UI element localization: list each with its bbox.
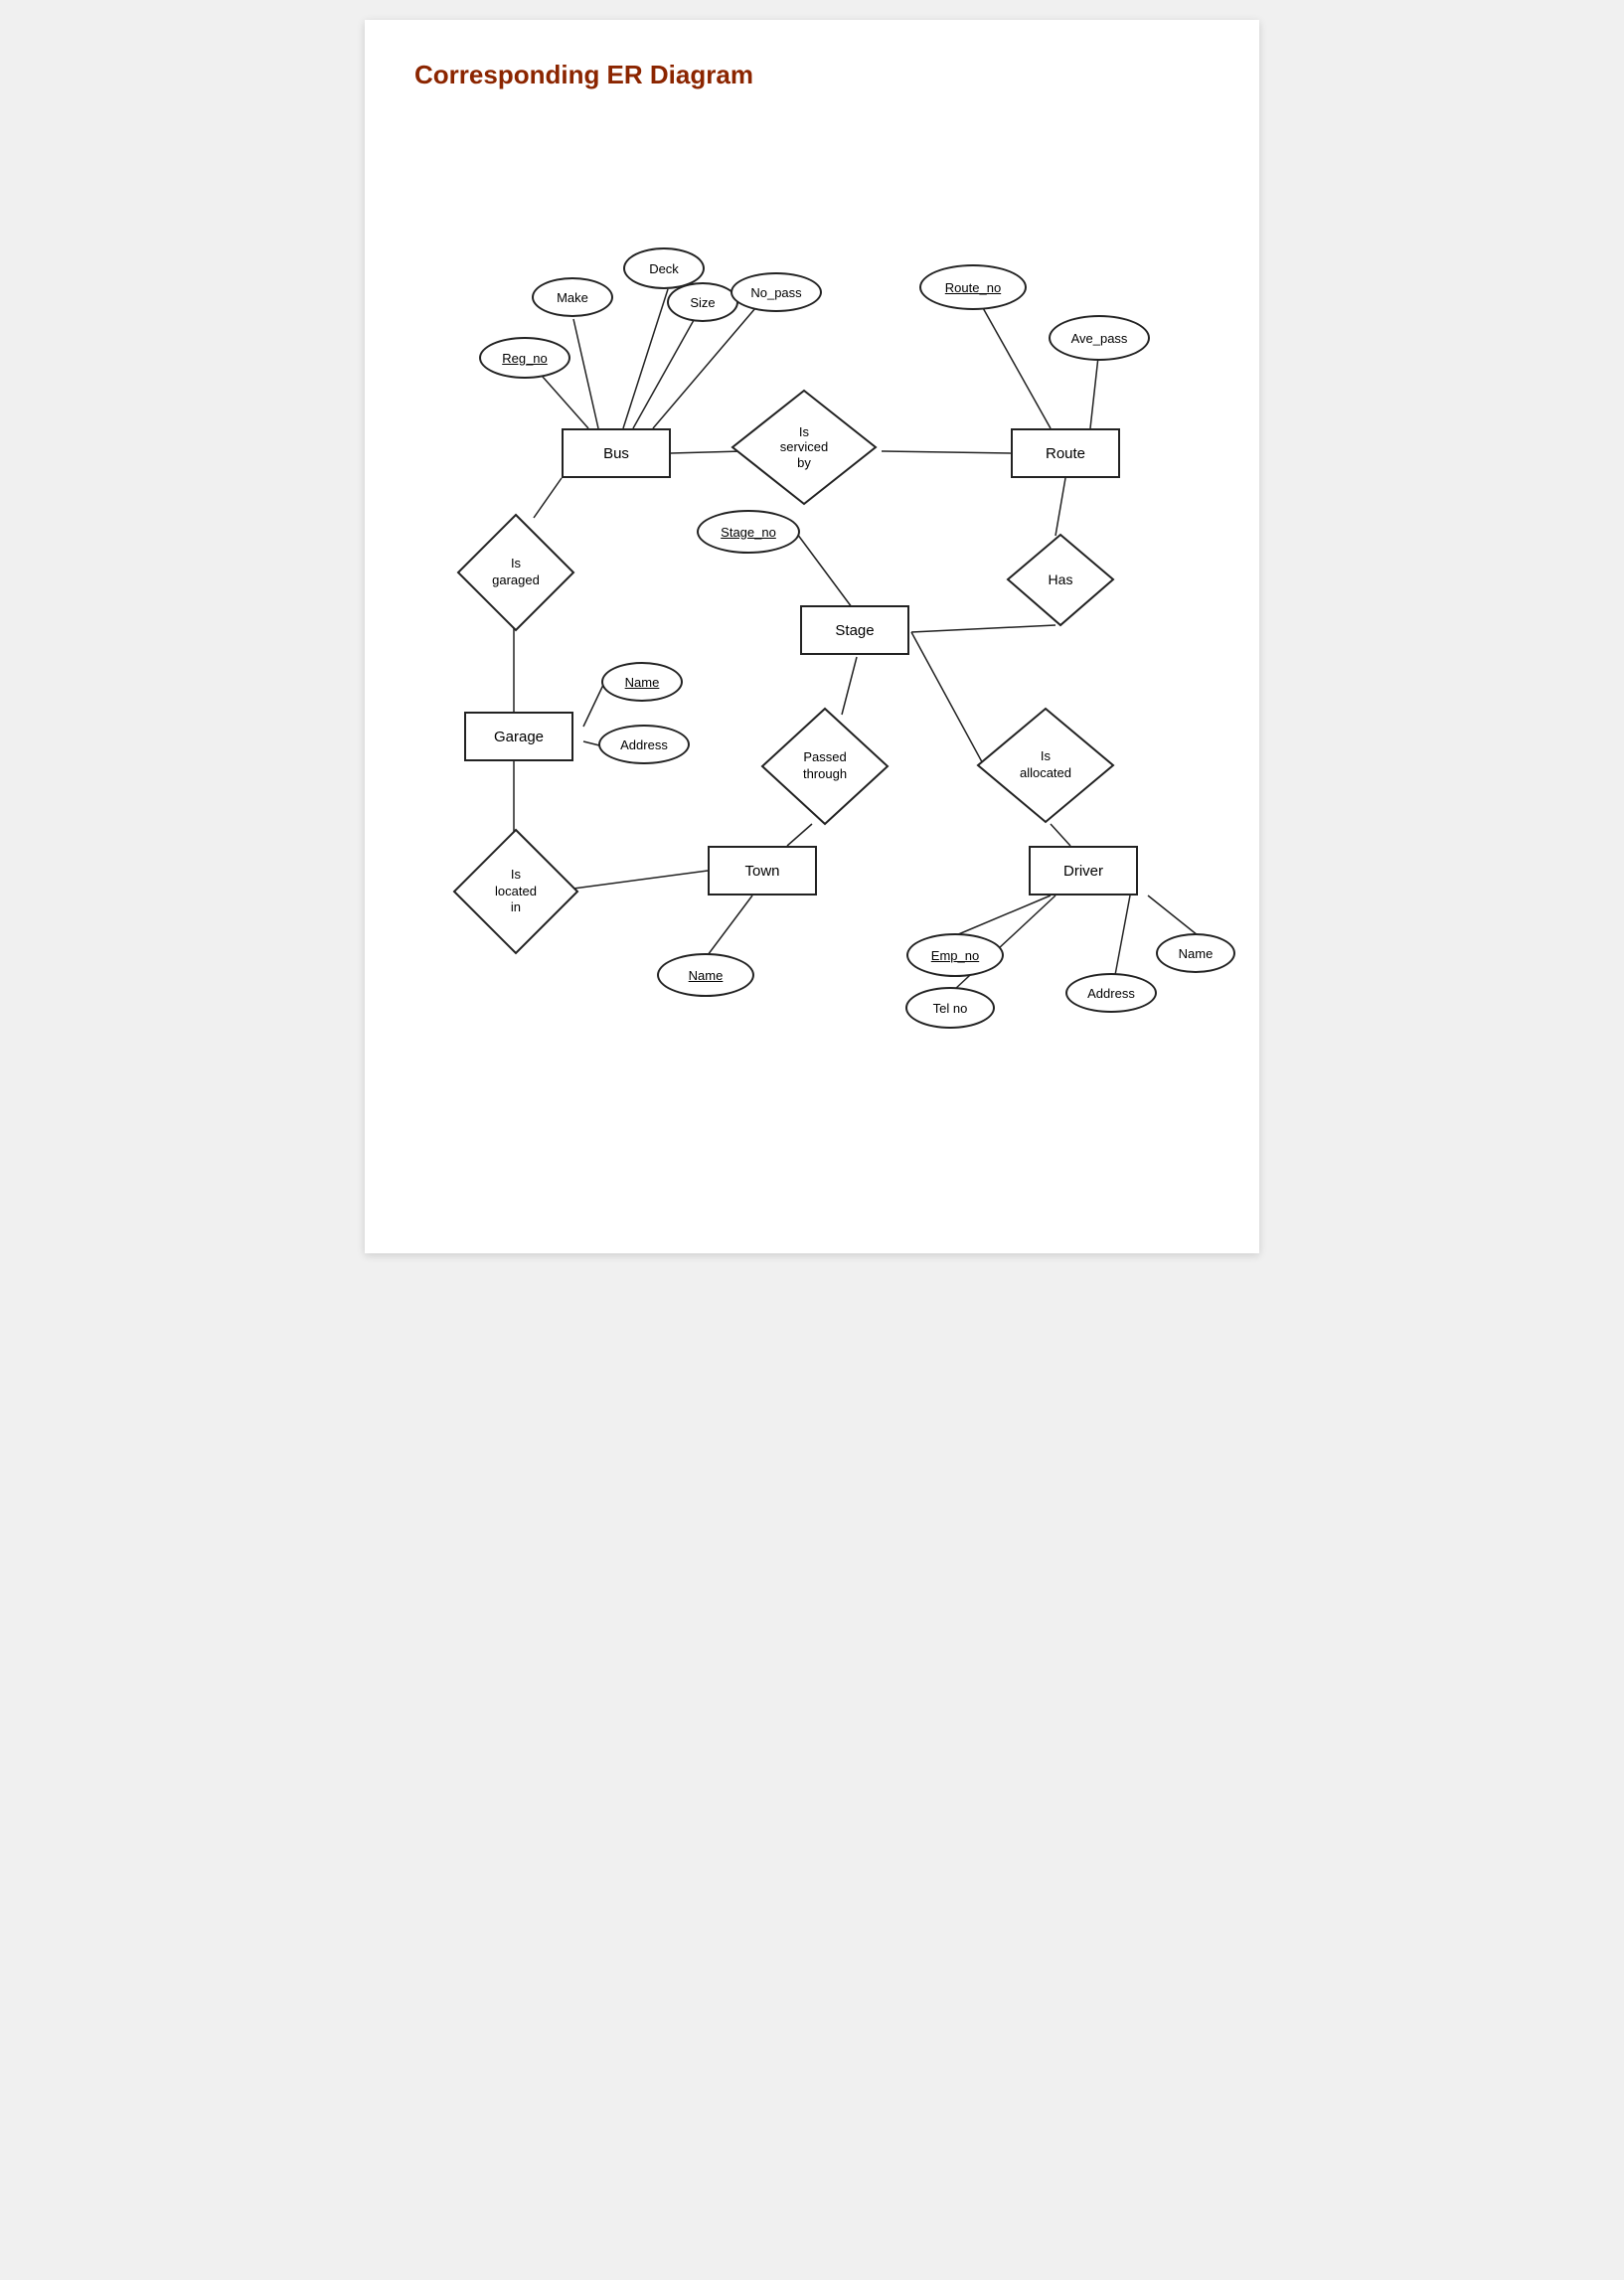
rel-has: Has — [1006, 533, 1115, 627]
attr-garage-name: Name — [601, 662, 683, 702]
entity-garage: Garage — [464, 712, 573, 761]
entity-bus: Bus — [562, 428, 671, 478]
attr-size: Size — [667, 282, 738, 322]
entity-stage: Stage — [800, 605, 909, 655]
attr-driver-address: Address — [1065, 973, 1157, 1013]
er-diagram: Bus Route Garage Stage Town Driver Isser… — [414, 120, 1210, 1214]
page: Corresponding ER Diagram — [365, 20, 1259, 1253]
rel-garaged: Isgaraged — [456, 513, 575, 632]
attr-telno: Tel no — [905, 987, 995, 1029]
attr-garage-address: Address — [598, 725, 690, 764]
attr-avepass: Ave_pass — [1049, 315, 1150, 361]
entity-driver: Driver — [1029, 846, 1138, 896]
attr-driver-name: Name — [1156, 933, 1235, 973]
attr-routeno: Route_no — [919, 264, 1027, 310]
entity-town: Town — [708, 846, 817, 896]
rel-passed-through: Passedthrough — [760, 707, 890, 826]
attr-nopass: No_pass — [731, 272, 822, 312]
attr-make: Make — [532, 277, 613, 317]
attr-regno: Reg_no — [479, 337, 570, 379]
attr-stageno: Stage_no — [697, 510, 800, 554]
entity-route: Route — [1011, 428, 1120, 478]
page-title: Corresponding ER Diagram — [414, 60, 1210, 90]
attr-town-name: Name — [657, 953, 754, 997]
attr-empno: Emp_no — [906, 933, 1004, 977]
rel-serviced-by: Isservicedby — [731, 389, 878, 506]
rel-allocated: Isallocated — [976, 707, 1115, 824]
rel-located-in: Islocatedin — [452, 828, 579, 955]
